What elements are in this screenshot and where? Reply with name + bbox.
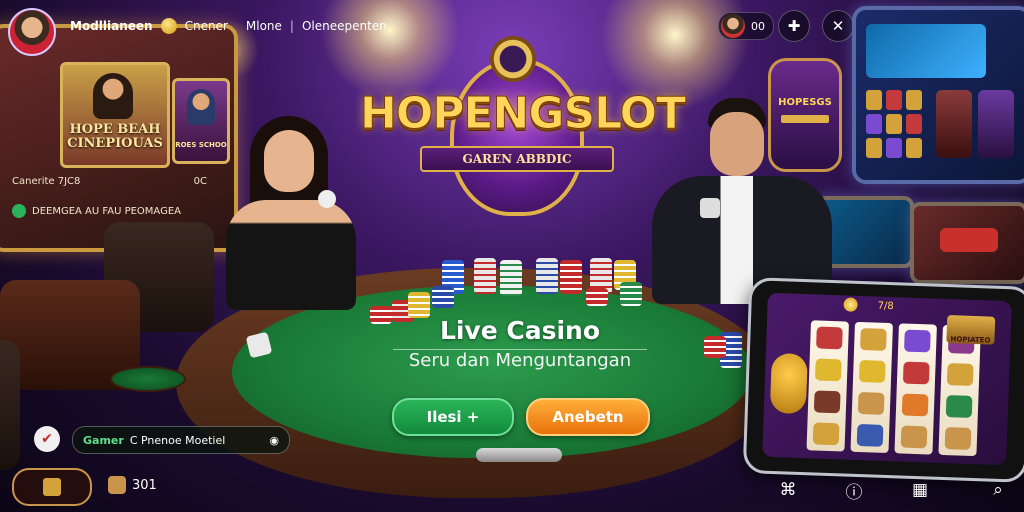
chip-stack	[620, 282, 642, 306]
stage-light	[320, 0, 460, 100]
nav-item[interactable]: Oleneepenten	[302, 19, 387, 33]
phone-screen: 7/8 HOPIATEO	[762, 292, 1012, 466]
chip-stack	[560, 260, 582, 294]
chip-stack	[586, 288, 608, 306]
shield-icon[interactable]: ✔	[34, 426, 60, 452]
mini-avatar	[721, 14, 745, 38]
secondary-button[interactable]: Anebetn	[526, 398, 650, 436]
mini-roulette	[110, 366, 186, 392]
grid-icon[interactable]: ▦	[906, 476, 934, 504]
gamer-text: C Pnenoe Moetiel	[129, 433, 226, 447]
username[interactable]: Modllianeen	[70, 19, 153, 33]
face	[710, 112, 764, 176]
slot-reel	[850, 321, 893, 454]
logo-subtitle: GAREN ABBDIC	[420, 146, 614, 172]
phone-screen-label: 7/8	[877, 300, 894, 313]
bag-icon	[108, 476, 126, 494]
nav-divider: |	[289, 19, 294, 33]
wall-slot-screen	[852, 6, 1024, 184]
phone-side-figure	[769, 352, 808, 415]
promo-line[interactable]: DEEMGEA AU FAU PEOMAGEA	[12, 204, 181, 218]
close-icon[interactable]: ✕	[822, 10, 854, 42]
gamer-bar[interactable]: Gamer C Pnenoe Moetiel ◉	[72, 426, 290, 454]
dealer-man	[652, 98, 832, 304]
puzzle-icon[interactable]: ✚	[778, 10, 810, 42]
chair	[0, 340, 20, 470]
slot-reel	[894, 323, 937, 455]
cash-icon	[43, 478, 61, 496]
slot-machine-screen	[910, 202, 1024, 284]
phone-banner-label: HOPIATEO	[950, 335, 991, 345]
wall-screen-grid	[866, 90, 1016, 160]
phone-banner: HOPIATEO	[946, 315, 996, 345]
poster-figure	[187, 89, 215, 125]
phone-mockup[interactable]: 7/8 HOPIATEO	[742, 277, 1024, 483]
phone-coin-icon	[843, 297, 858, 312]
info-icon[interactable]: ⓘ	[840, 476, 868, 504]
poster-main: HOPE BEAH CINEPIOUAS	[60, 62, 170, 168]
game-line-tag: 0C	[193, 176, 207, 187]
gamer-toggle-icon: ◉	[269, 433, 279, 447]
slot-reel	[938, 324, 981, 457]
stat-value: 301	[132, 477, 157, 493]
chip-stack	[536, 258, 558, 294]
nav-item[interactable]: Cnener	[185, 19, 228, 33]
logo-title: HOPENGSLOT	[360, 88, 687, 140]
live-casino-title: Live Casino	[439, 316, 601, 345]
chip-stack	[408, 292, 430, 318]
cash-button[interactable]	[12, 468, 92, 506]
promo-billboard: HOPE BEAH CINEPIOUAS ROES SCHOO Canerite…	[0, 24, 238, 252]
slot-reel	[806, 320, 850, 452]
microphone	[318, 190, 336, 208]
game-line-text: Canerite 7JC8	[12, 176, 81, 187]
puzzle-icon[interactable]: ⌘	[774, 476, 802, 504]
avatar-counter[interactable]: 00	[718, 12, 774, 40]
promo-icon	[12, 204, 26, 218]
wall-screen-banner	[866, 24, 986, 78]
gamer-label: Gamer	[83, 433, 124, 447]
search-icon[interactable]: ⌕	[984, 476, 1012, 504]
chip-stack	[370, 306, 392, 324]
dealer-woman	[226, 116, 366, 310]
chip-stack	[704, 336, 726, 358]
chip-stack	[474, 258, 496, 294]
poster-figure	[93, 73, 133, 119]
drop-slot	[476, 448, 562, 462]
poster-small-label: ROES SCHOO	[175, 141, 227, 149]
body	[226, 200, 356, 310]
live-casino-subtitle: Seru dan Menguntangan	[408, 350, 632, 371]
primary-button[interactable]: Ilesi +	[392, 398, 514, 436]
nav-item[interactable]: Mlone	[246, 19, 282, 33]
coin-icon	[160, 18, 177, 34]
poster-title: HOPE BEAH CINEPIOUAS	[67, 122, 163, 151]
chip-stack	[500, 260, 522, 296]
slot-machine-sign	[940, 228, 998, 252]
poster-secondary[interactable]: ROES SCHOO	[172, 78, 230, 164]
top-nav: Modllianeen Cnener Mlone | Oleneepenten	[70, 18, 387, 34]
logo-ring-icon	[490, 36, 536, 82]
stat-readout: 301	[108, 476, 157, 494]
game-line: Canerite 7JC8 0C	[12, 176, 207, 187]
promo-text: DEEMGEA AU FAU PEOMAGEA	[32, 205, 181, 217]
avatar	[8, 8, 56, 56]
face	[264, 130, 314, 192]
chip-stack	[432, 286, 454, 308]
avatar-count: 00	[751, 19, 765, 33]
cup	[700, 198, 720, 218]
user-avatar[interactable]	[8, 8, 56, 56]
